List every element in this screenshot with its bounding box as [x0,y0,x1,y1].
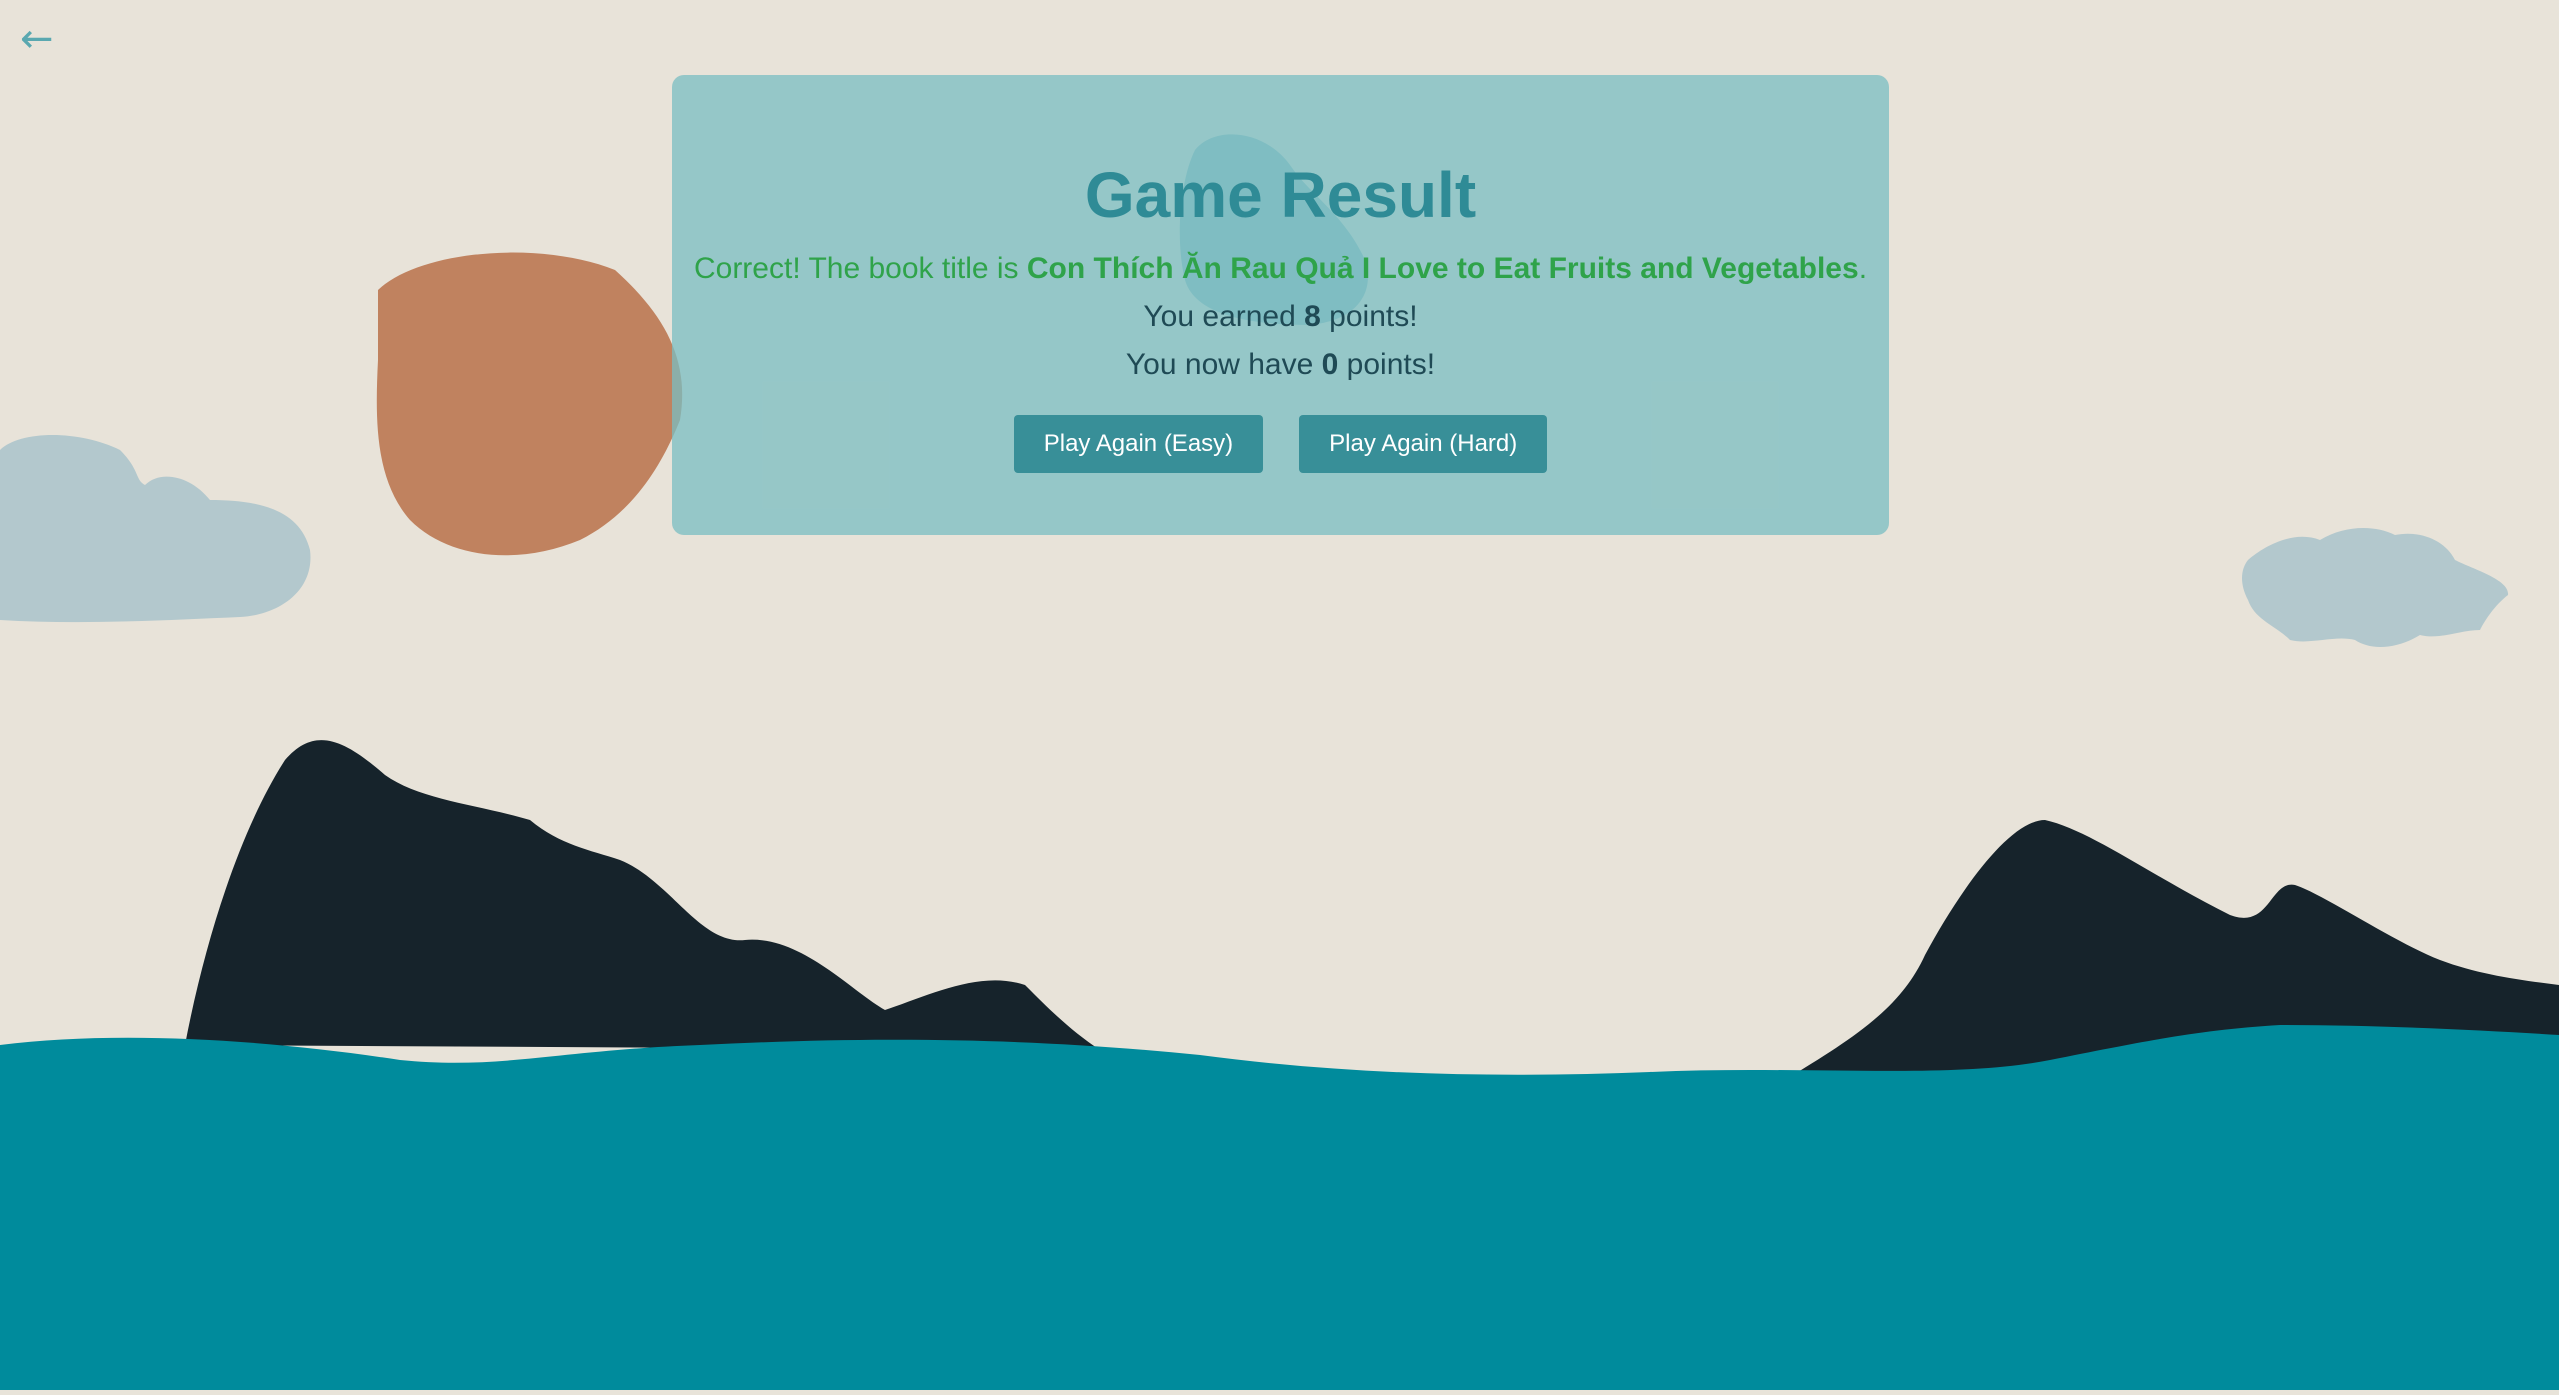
right-cloud-shape [2242,528,2509,647]
correct-suffix-text: . [1858,252,1868,285]
correct-answer-message: Correct! The book title is Con Thích Ăn … [672,249,1889,289]
book-title-text: Con Thích Ăn Rau Quả I Love to Eat Fruit… [1026,252,1859,285]
page-title: Game Result [1084,159,1477,231]
play-again-hard-button[interactable]: Play Again (Hard) [1299,415,1548,473]
correct-prefix-text: Correct! The book title is [693,252,1027,285]
left-cloud-shape [0,435,311,623]
play-again-buttons: Play Again (Easy) Play Again (Hard) [672,415,1889,473]
earned-points-value: 8 [1304,300,1321,333]
game-result-panel: Game Result Correct! The book title is C… [672,75,1889,535]
sea-shape [0,1025,2559,1390]
left-mountains-shape [185,740,1100,1050]
earned-prefix-text: You earned [1143,300,1305,333]
earned-points-message: You earned 8 points! [672,297,1889,337]
total-points-message: You now have 0 points! [672,345,1889,385]
total-points-value: 0 [1321,348,1339,381]
sun-shape [376,252,683,556]
total-prefix-text: You now have [1125,348,1322,381]
play-again-easy-button[interactable]: Play Again (Easy) [1013,415,1264,473]
back-arrow-icon[interactable]: ← [20,14,54,64]
earned-suffix-text: points! [1320,300,1418,333]
total-suffix-text: points! [1338,348,1436,381]
